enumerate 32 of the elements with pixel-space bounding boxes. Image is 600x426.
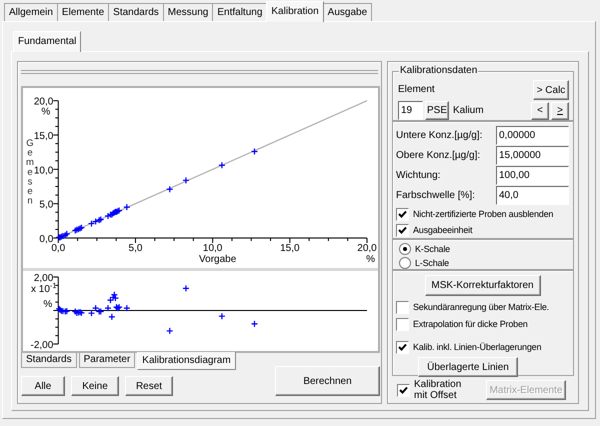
- axis-title: Gemesen: [26, 138, 34, 207]
- axis-title: x 10$^{-1}$: [31, 285, 57, 295]
- checkbox-label: Kalibration mit Offset: [414, 379, 462, 401]
- tick-label: 20,0: [357, 243, 377, 254]
- checkbox-label: Sekundäranregung über Matrix-Ele.: [413, 301, 549, 313]
- field-label: Wichtung:: [396, 170, 440, 182]
- element-label: Element: [398, 84, 435, 96]
- checkbox-label: Extrapolation für dicke Proben: [413, 318, 528, 330]
- tick-label: 10,0: [34, 165, 54, 176]
- axis-title: Vorgabe: [199, 254, 236, 265]
- unit-label: %: [43, 299, 52, 310]
- tick-label: -2,00: [30, 340, 54, 351]
- element-name: Kalium: [453, 104, 484, 116]
- tick-label: 5,0: [39, 200, 54, 211]
- unit-label: %: [366, 254, 375, 265]
- tick-label: 0,0: [39, 234, 54, 245]
- tick-label: 20,0: [34, 96, 54, 108]
- radio-label: L-Schale: [415, 257, 449, 269]
- field-label: Untere Konz.[µg/g]:: [396, 130, 482, 142]
- tick-label: 2,00: [34, 273, 54, 284]
- tick-label: 0,0: [51, 243, 66, 254]
- field-label: Farbschwelle [%]:: [396, 190, 475, 202]
- unit-label: %: [41, 106, 50, 118]
- tick-label: 15,0: [280, 243, 300, 254]
- checkbox-label: Kalib. inkl. Linien-Überlagerungen: [413, 341, 542, 353]
- tick-label: 5,0: [128, 243, 142, 254]
- tick-label: 15,0: [34, 131, 54, 142]
- checkbox-label: Nicht-zertifizierte Proben ausblenden: [413, 208, 554, 220]
- tick-label: 10,0: [202, 243, 222, 254]
- field-label: Obere Konz.[µg/g]:: [396, 150, 480, 162]
- checkbox-label: Ausgabeeinheit: [413, 224, 472, 236]
- radio-label: K-Schale: [415, 243, 450, 255]
